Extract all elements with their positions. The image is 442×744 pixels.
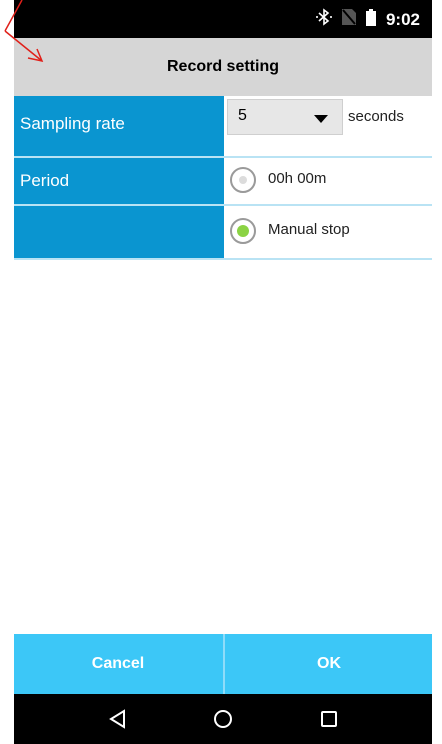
manual-stop-label: Manual stop: [268, 221, 350, 238]
sampling-rate-label: Sampling rate: [14, 96, 224, 156]
cancel-button[interactable]: Cancel: [14, 634, 222, 694]
sampling-rate-cell: 5 seconds: [224, 96, 432, 156]
period-option-time[interactable]: 00h 00m: [224, 158, 432, 204]
phone-screen: 9:02 Record setting Sampling rate 5 seco…: [14, 0, 432, 744]
no-sim-icon: [341, 9, 356, 30]
period-label-continued: [14, 206, 224, 258]
back-icon[interactable]: [78, 694, 158, 744]
page-title: Record setting: [166, 58, 279, 75]
status-time: 9:02: [385, 9, 420, 29]
bluetooth-icon: [315, 8, 332, 31]
sampling-rate-unit: seconds: [348, 108, 404, 125]
navigation-bar: [14, 694, 432, 744]
dropdown-arrow-icon: [314, 115, 328, 123]
radio-unselected-icon[interactable]: [230, 167, 256, 193]
recents-icon[interactable]: [289, 694, 369, 744]
period-option-manual[interactable]: Manual stop: [224, 206, 432, 258]
annotation-arrow-icon: [4, 0, 44, 63]
ok-button[interactable]: OK: [225, 634, 433, 694]
button-bar: Cancel OK: [14, 634, 432, 694]
period-time-label: 00h 00m: [268, 170, 327, 187]
row-divider: [14, 258, 432, 260]
battery-icon: [365, 8, 376, 31]
sampling-rate-select[interactable]: 5: [227, 99, 343, 135]
period-label: Period: [14, 158, 224, 204]
title-bar: Record setting: [14, 38, 432, 96]
sampling-rate-value: 5: [238, 107, 247, 124]
status-bar: 9:02: [14, 0, 432, 38]
home-icon[interactable]: [183, 694, 263, 744]
record-setting-form: Sampling rate 5 seconds Period 00h 00m M…: [14, 96, 432, 634]
radio-selected-icon[interactable]: [230, 218, 256, 244]
